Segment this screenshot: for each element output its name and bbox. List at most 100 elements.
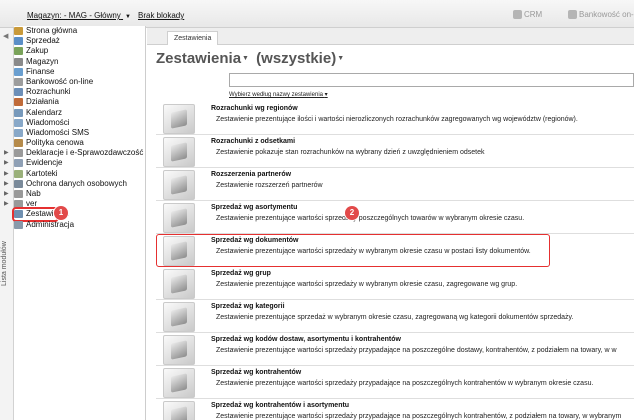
top-toolbar: Magazyn: - MAG - Główny ▼ Brak blokady C… (0, 0, 634, 28)
page-title: Zestawienia▼ (wszystkie)▼ (156, 50, 347, 67)
sidebar-item-2[interactable]: Sprzedaż (14, 36, 145, 46)
sales-icon (14, 37, 23, 46)
expand-arrow-icon[interactable]: ▶ (4, 179, 9, 189)
callout-badge-1: 1 (54, 206, 68, 220)
expand-arrow-icon[interactable]: ▶ (4, 199, 9, 209)
sidebar-item-13[interactable]: ▶ Deklaracje i e-Sprawozdawczość (4, 148, 145, 158)
warehouse-selector-label: Magazyn: - MAG - Główny (27, 11, 121, 20)
sidebar-item-11[interactable]: Wiadomości SMS (14, 128, 145, 138)
reports-icon (14, 210, 23, 219)
report-title: Sprzedaż wg kontrahentów i asortymentu (211, 402, 350, 409)
sidebar-item-16[interactable]: ▶ Ochrona danych osobowych (4, 179, 145, 189)
expand-arrow-icon[interactable]: ▶ (4, 169, 9, 179)
finance-icon (14, 67, 23, 76)
report-thumbnail-icon (163, 368, 195, 398)
report-title: Sprzedaż wg dokumentów (211, 237, 299, 244)
sidebar-item-label: Deklaracje i e-Sprawozdawczość (26, 148, 144, 158)
sidebar-item-label: Magazyn (26, 56, 59, 66)
report-description: Zestawienie prezentujące wartości sprzed… (216, 248, 531, 255)
sidebar-item-4[interactable]: Magazyn (14, 57, 145, 67)
index-icon (14, 169, 23, 178)
sidebar-item-label: Zakup (26, 46, 49, 56)
report-row[interactable]: Sprzedaż wg dokumentów Zestawienie prezen… (156, 234, 550, 267)
sidebar-item-label: Strona główna (26, 26, 78, 35)
privacy-icon (14, 179, 23, 188)
sidebar-item-label: Sprzedaż (26, 36, 60, 46)
report-row[interactable]: Sprzedaż wg kontrahentów Zestawienie prez… (156, 366, 634, 399)
warehouse-selector[interactable]: Magazyn: - MAG - Główny ▼ (27, 11, 131, 20)
calendar-icon (14, 108, 23, 117)
report-description: Zestawienie prezentujące wartości sprzed… (216, 281, 518, 288)
lock-status-link[interactable]: Brak blokady (138, 11, 184, 20)
report-row[interactable]: Sprzedaż wg kategorii Zestawienie prezent… (156, 300, 634, 333)
collapse-arrow-icon[interactable]: ◀ (3, 32, 8, 40)
sidebar-item-label: Wiadomości (26, 117, 70, 127)
report-title: Sprzedaż wg kodów dostaw, asortymentu i … (211, 336, 401, 343)
sidebar-item-5[interactable]: Finanse (14, 67, 145, 77)
sidebar-item-label: Rozrachunki (26, 87, 71, 97)
declarations-icon (14, 149, 23, 158)
report-title: Rozrachunki wg regionów (211, 105, 298, 112)
version-icon (14, 200, 23, 209)
module-sidebar: Strona główna Sprzedaż Zakup Magazyn Finanse… (4, 26, 146, 420)
report-description: Zestawienie pokazuje stan rozrachunków n… (216, 149, 485, 156)
crm-button[interactable]: CRM (513, 10, 542, 19)
sidebar-item-15[interactable]: ▶ Kartoteki (4, 169, 145, 179)
sidebar-item-7[interactable]: Rozrachunki (14, 87, 145, 97)
report-title: Rozszerzenia partnerów (211, 171, 292, 178)
report-description: Zestawienie prezentujące wartości sprzed… (216, 380, 594, 387)
sidebar-item-12[interactable]: Polityka cenowa (14, 138, 145, 148)
report-description: Zestawienie prezentujące sprzedaż w wybr… (216, 314, 574, 321)
report-description: Zestawienie rozszerzeń partnerów (216, 182, 323, 189)
sidebar-item-1[interactable]: Strona główna (14, 26, 145, 36)
report-description: Zestawienie prezentujące wartości sprzed… (216, 215, 525, 222)
sidebar-item-label: Finanse (26, 66, 55, 76)
report-row[interactable]: Rozrachunki z odsetkami Zestawienie pokaz… (156, 135, 634, 168)
sidebar-item-label: Kalendarz (26, 107, 63, 117)
report-row[interactable]: Sprzedaż wg kodów dostaw, asortymentu i … (156, 333, 634, 366)
report-row[interactable]: Rozszerzenia partnerów Zestawienie rozsze… (156, 168, 634, 201)
sidebar-item-18[interactable]: ▶ ver (4, 199, 145, 209)
sidebar-item-3[interactable]: Zakup (14, 46, 145, 56)
report-description: Zestawienie prezentujące ilości i wartoś… (216, 116, 578, 123)
settlements-icon (14, 88, 23, 97)
chevron-down-icon: ▼ (337, 55, 345, 62)
bank-online-button[interactable]: Bankowość on- (568, 10, 634, 19)
dial-icon (14, 190, 23, 198)
sidebar-item-14[interactable]: ▶ Ewidencje (4, 158, 145, 168)
sidebar-item-10[interactable]: Wiadomości (14, 118, 145, 128)
search-mode-dropdown[interactable]: Wybierz według nazwy zestawienia ▾ (229, 91, 328, 98)
report-thumbnail-icon (163, 203, 195, 233)
tab-zestawienia[interactable]: Zestawienia (167, 31, 219, 45)
module-list-rail[interactable]: ◀ Lista modułów (0, 28, 14, 420)
page-title-text: Zestawienia (156, 50, 242, 67)
sidebar-item-20[interactable]: Administracja (14, 220, 145, 230)
pricing-icon (14, 139, 23, 148)
admin-icon (14, 220, 23, 229)
report-row[interactable]: Sprzedaż wg kontrahentów i asortymentu Ze… (156, 399, 634, 420)
sidebar-item-label: Wiadomości SMS (26, 127, 90, 137)
report-title: Sprzedaż wg kontrahentów (211, 369, 302, 376)
sidebar-item-6[interactable]: Bankowość on-line (14, 77, 145, 87)
report-thumbnail-icon (163, 302, 195, 332)
report-row[interactable]: Rozrachunki wg regionów Zestawienie preze… (156, 102, 634, 135)
sidebar-item-label: ver (26, 199, 38, 209)
expand-arrow-icon[interactable]: ▶ (4, 158, 9, 168)
sidebar-item-19[interactable]: Zestawienia (12, 207, 69, 222)
report-row[interactable]: Sprzedaż wg asortymentu Zestawienie preze… (156, 201, 634, 234)
report-thumbnail-icon (163, 137, 195, 167)
search-input[interactable] (229, 73, 634, 87)
warehouse-icon (14, 57, 23, 66)
report-row[interactable]: Sprzedaż wg grup Zestawienie prezentujące… (156, 267, 634, 300)
expand-arrow-icon[interactable]: ▶ (4, 189, 9, 199)
sidebar-item-8[interactable]: Działania (14, 97, 145, 107)
report-title: Sprzedaż wg kategorii (211, 303, 285, 310)
chevron-down-icon: ▾ (324, 92, 328, 98)
category-selector[interactable]: Zestawienia▼ (156, 50, 252, 67)
bank-online-label: Bankowość on- (579, 10, 634, 19)
expand-arrow-icon[interactable]: ▶ (4, 148, 9, 158)
sidebar-item-9[interactable]: Kalendarz (14, 108, 145, 118)
chevron-down-icon: ▼ (125, 14, 131, 20)
sidebar-item-17[interactable]: ▶ Nab (4, 189, 145, 199)
filter-selector[interactable]: (wszystkie)▼ (256, 50, 347, 67)
